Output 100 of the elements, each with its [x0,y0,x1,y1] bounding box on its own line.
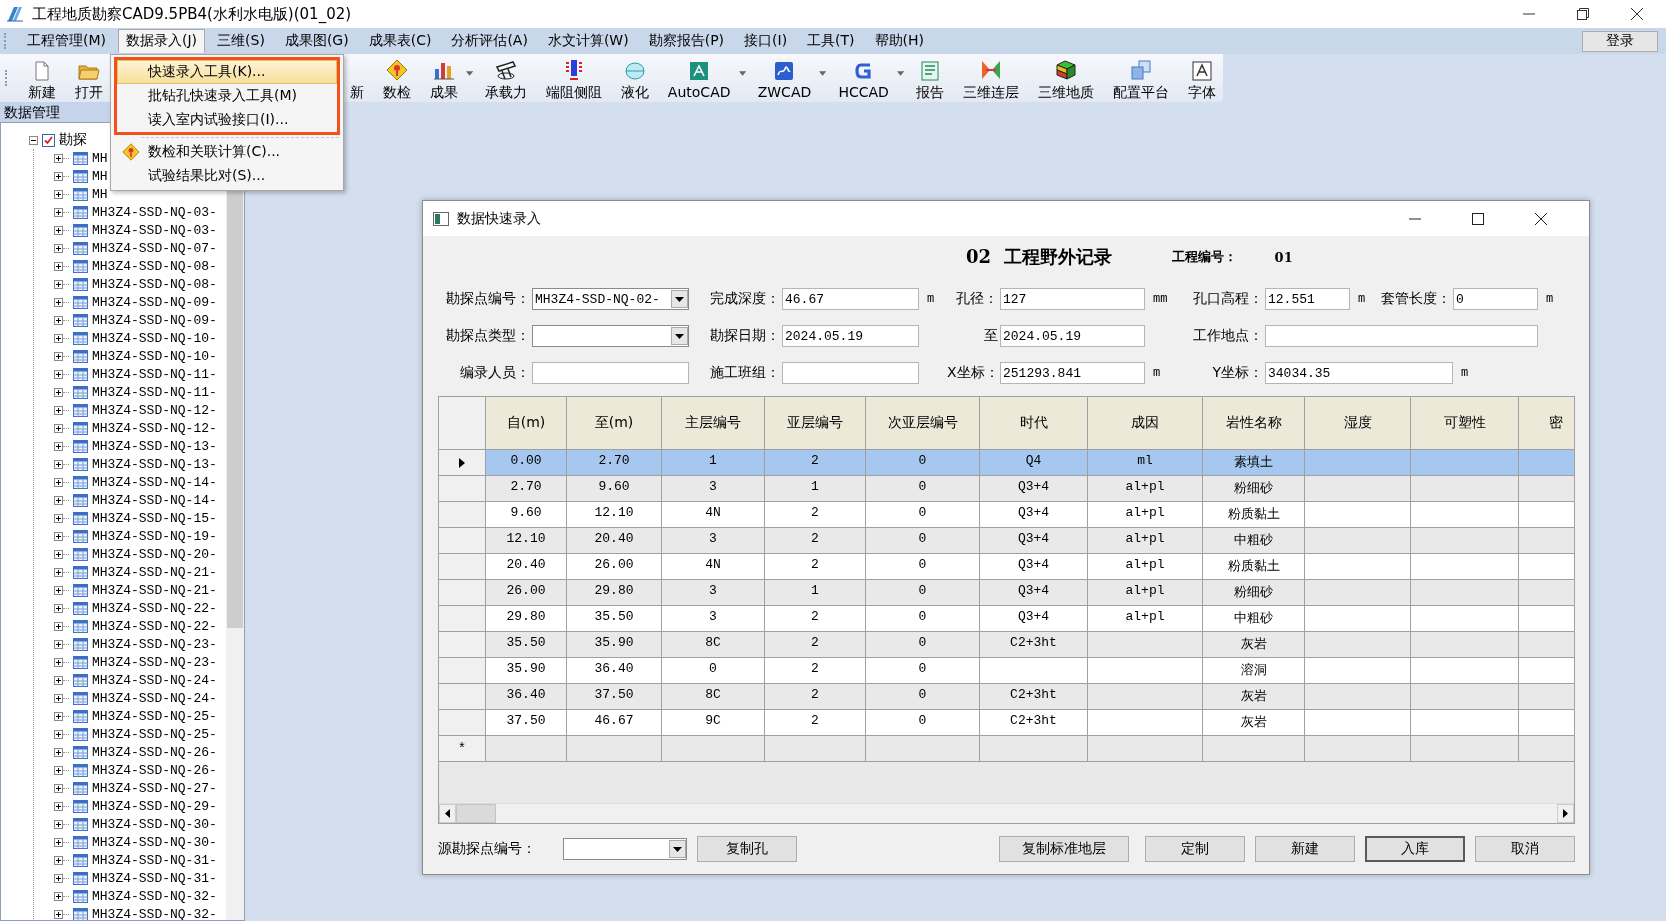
tree-item[interactable]: MH3Z4-SSD-NQ-14- [92,474,217,490]
toolbar-button[interactable]: 承载力 [477,56,534,100]
toolbar-button[interactable]: 配置平台 [1106,56,1177,100]
menu-item[interactable]: 成果图(G) [276,29,357,53]
tree-item[interactable]: MH3Z4-SSD-NQ-23- [92,636,217,652]
menu-item[interactable]: 数检和关联计算(C)... [117,140,337,164]
column-header[interactable]: 主层编号 [662,397,765,450]
expand-icon[interactable] [54,639,63,649]
tree-item[interactable]: MH3Z4-SSD-NQ-23- [92,654,217,670]
expand-icon[interactable] [54,603,63,613]
column-header[interactable]: 至(m) [567,397,662,450]
tree-item[interactable]: MH3Z4-SSD-NQ-22- [92,618,217,634]
expand-icon[interactable] [54,531,63,541]
input-field[interactable]: 127 [1000,288,1145,310]
menu-item[interactable]: 接口(I) [736,29,796,53]
tree-item[interactable]: MH3Z4-SSD-NQ-13- [92,438,217,454]
input-field[interactable] [532,362,689,384]
tree-item[interactable]: MH3Z4-SSD-NQ-09- [92,312,217,328]
expand-icon[interactable] [54,747,63,757]
expand-icon[interactable] [54,171,63,181]
row-header[interactable] [439,450,486,476]
dropdown-field[interactable] [563,838,687,860]
column-header[interactable]: 岩性名称 [1203,397,1305,450]
tree-item[interactable]: MH3Z4-SSD-NQ-31- [92,852,217,868]
tree-item[interactable]: MH [92,186,108,202]
tree-item[interactable]: MH3Z4-SSD-NQ-09- [92,294,217,310]
tree-item[interactable]: MH3Z4-SSD-NQ-32- [92,888,217,904]
expand-icon[interactable] [54,477,63,487]
column-header[interactable]: 亚层编号 [765,397,866,450]
input-field[interactable]: 12.551 [1265,288,1350,310]
left-arrow-icon[interactable] [445,809,450,818]
tree-item[interactable]: MH3Z4-SSD-NQ-11- [92,366,217,382]
toolbar-button[interactable]: HCCAD [831,56,896,100]
menu-item[interactable]: 工程管理(M) [19,29,114,53]
expand-icon[interactable] [54,873,63,883]
expand-icon[interactable] [54,729,63,739]
input-field[interactable] [1265,325,1538,347]
toolbar-button[interactable]: 新 [342,56,371,100]
toolbar-button[interactable]: AutoCAD [660,56,738,100]
dialog-button[interactable]: 入库 [1365,836,1465,862]
tree-item[interactable]: MH3Z4-SSD-NQ-26- [92,762,217,778]
tree-item[interactable]: MH3Z4-SSD-NQ-12- [92,420,217,436]
maximize-icon[interactable] [1471,211,1485,226]
dropdown-field[interactable] [532,325,689,347]
menu-item[interactable]: 帮助(H) [866,29,933,53]
tree-item[interactable]: MH3Z4-SSD-NQ-24- [92,690,217,706]
expand-icon[interactable] [54,225,63,235]
expand-icon[interactable] [54,261,63,271]
expand-icon[interactable] [54,783,63,793]
toolbar-button[interactable]: 新建 [20,56,63,100]
expand-icon[interactable] [54,369,63,379]
row-header[interactable]: * [439,736,486,762]
tree-item[interactable]: MH3Z4-SSD-NQ-22- [92,600,217,616]
right-arrow-icon[interactable] [1563,809,1568,818]
caret-icon[interactable] [465,70,473,76]
menu-item[interactable]: 成果表(C) [360,29,440,53]
checkbox[interactable] [42,133,55,147]
expand-icon[interactable] [54,693,63,703]
tree-item[interactable]: MH3Z4-SSD-NQ-08- [92,258,217,274]
expand-icon[interactable] [54,909,63,919]
input-field[interactable]: 2024.05.19 [1000,325,1145,347]
toolbar-button[interactable]: 字体 [1181,56,1224,100]
expand-icon[interactable] [54,801,63,811]
menu-item[interactable]: 水文计算(W) [539,29,637,53]
tree-item[interactable]: 勘探 [59,131,87,149]
dialog-button[interactable]: 新建 [1255,836,1355,862]
expand-icon[interactable] [54,351,63,361]
tree-item[interactable]: MH3Z4-SSD-NQ-10- [92,330,217,346]
tree-item[interactable]: MH3Z4-SSD-NQ-31- [92,870,217,886]
caret-icon[interactable] [819,70,827,76]
scrollbar[interactable] [439,803,1574,823]
menu-item[interactable]: 快速录入工具(K)... [117,60,337,84]
tree-item[interactable]: MH3Z4-SSD-NQ-07- [92,240,217,256]
column-header[interactable]: 自(m) [486,397,567,450]
toolbar-button[interactable]: 打开 [67,56,110,100]
close-icon[interactable] [1534,211,1548,226]
tree-item[interactable]: MH3Z4-SSD-NQ-32- [92,906,217,920]
expand-icon[interactable] [54,279,63,289]
tree-item[interactable]: MH3Z4-SSD-NQ-11- [92,384,217,400]
expand-icon[interactable] [54,495,63,505]
scroll-thumb[interactable] [456,804,496,823]
toolbar-button[interactable]: ZWCAD [750,56,819,100]
tree-item[interactable]: MH3Z4-SSD-NQ-24- [92,672,217,688]
expand-icon[interactable] [54,189,63,199]
expand-icon[interactable] [54,459,63,469]
tree-item[interactable]: MH3Z4-SSD-NQ-19- [92,528,217,544]
menu-item[interactable]: 分析评估(A) [443,29,536,53]
toolbar-button[interactable]: 端阻侧阻 [538,56,609,100]
menu-item[interactable]: 数据录入(J) [118,29,206,53]
tree-item[interactable]: MH3Z4-SSD-NQ-27- [92,780,217,796]
menu-item[interactable]: 工具(T) [799,29,863,53]
tree-item[interactable]: MH3Z4-SSD-NQ-21- [92,582,217,598]
dialog-button[interactable]: 取消 [1475,836,1575,862]
column-header[interactable]: 密 [1519,397,1574,450]
close-icon[interactable] [1630,7,1644,21]
tree-item[interactable]: MH3Z4-SSD-NQ-30- [92,816,217,832]
toolbar-button[interactable]: 数检 [375,56,418,100]
tree-item[interactable]: MH3Z4-SSD-NQ-10- [92,348,217,364]
input-field[interactable]: 46.67 [782,288,919,310]
dialog-button[interactable]: 定制 [1145,836,1245,862]
